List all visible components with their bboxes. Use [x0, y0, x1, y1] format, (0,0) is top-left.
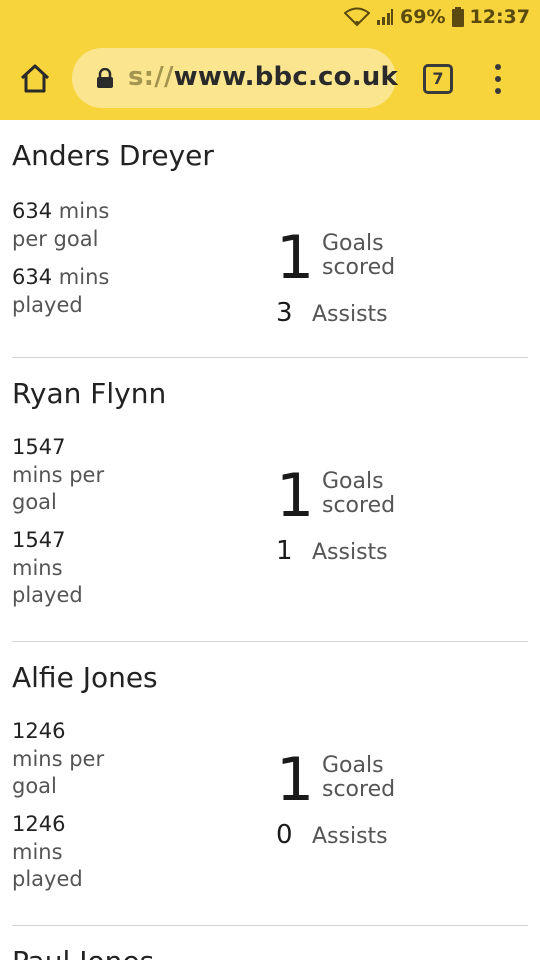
- mins-played-value: 1547: [12, 528, 66, 552]
- assists-value: 3: [276, 298, 293, 328]
- home-icon: [20, 64, 50, 93]
- overflow-menu-button[interactable]: [488, 64, 508, 96]
- mins-per-goal-value: 1547: [12, 435, 66, 459]
- mins-per-goal-label: mins per goal: [12, 462, 105, 515]
- status-bar: 69% 12:37: [0, 0, 540, 36]
- mins-played-stat: 634 mins played: [12, 264, 122, 319]
- mins-per-goal-stat: 634 mins per goal: [12, 198, 122, 253]
- mins-played-stat: 1547 mins played: [12, 527, 92, 610]
- mins-per-goal-stat: 1547 mins per goal: [12, 434, 112, 517]
- battery-percent: 69%: [400, 6, 446, 28]
- player-name: Ryan Flynn: [12, 377, 167, 410]
- player-list: Anders Dreyer 634 mins per goal 634 mins…: [0, 120, 540, 960]
- menu-dot-icon: [495, 64, 501, 70]
- goals-value: 1: [276, 223, 315, 293]
- player-name: Paul Jones: [12, 926, 528, 960]
- player-card: Alfie Jones 1246 mins per goal 1246 mins…: [12, 642, 528, 926]
- mins-played-label: mins played: [12, 839, 83, 892]
- mins-played-stat: 1246 mins played: [12, 811, 92, 894]
- assists-label: Assists: [312, 302, 388, 327]
- player-card: Ryan Flynn 1547 mins per goal 1547 mins …: [12, 358, 528, 642]
- browser-toolbar: s://www.bbc.co.uk 7: [0, 46, 540, 112]
- url-domain: www.bbc.co.uk: [173, 62, 399, 92]
- assists-label: Assists: [312, 540, 388, 565]
- mins-per-goal-value: 634: [12, 199, 53, 223]
- goals-label: Goals scored: [322, 231, 396, 280]
- goals-label: Goals scored: [322, 469, 396, 518]
- assists-label: Assists: [312, 824, 388, 849]
- goals-value: 1: [276, 745, 315, 815]
- signal-icon: [377, 9, 394, 25]
- lock-icon: [97, 68, 113, 88]
- player-name: Anders Dreyer: [12, 139, 214, 172]
- player-name: Alfie Jones: [12, 661, 158, 694]
- url-prefix: s://: [128, 62, 174, 92]
- mins-per-goal-value: 1246: [12, 719, 66, 743]
- tab-switcher-button[interactable]: 7: [423, 64, 453, 94]
- mins-played-label: mins played: [12, 555, 83, 608]
- mins-played-value: 634: [12, 265, 53, 289]
- player-card: Anders Dreyer 634 mins per goal 634 mins…: [12, 120, 528, 358]
- player-card: Paul Jones: [12, 926, 528, 960]
- menu-dot-icon: [495, 76, 501, 82]
- home-button[interactable]: [18, 62, 52, 96]
- mins-played-value: 1246: [12, 812, 66, 836]
- browser-chrome: 69% 12:37 s://www.bbc.co.uk 7: [0, 0, 540, 120]
- goals-value: 1: [276, 461, 315, 531]
- assists-value: 1: [276, 536, 293, 566]
- menu-dot-icon: [495, 88, 501, 94]
- battery-icon: [451, 7, 464, 27]
- wifi-icon: [344, 7, 371, 27]
- clock: 12:37: [469, 6, 530, 28]
- mins-per-goal-label: mins per goal: [12, 746, 105, 799]
- url-text[interactable]: s://www.bbc.co.uk: [128, 62, 398, 92]
- assists-value: 0: [276, 820, 293, 850]
- mins-per-goal-stat: 1246 mins per goal: [12, 718, 112, 801]
- goals-label: Goals scored: [322, 753, 396, 802]
- url-bar[interactable]: s://www.bbc.co.uk: [72, 48, 398, 108]
